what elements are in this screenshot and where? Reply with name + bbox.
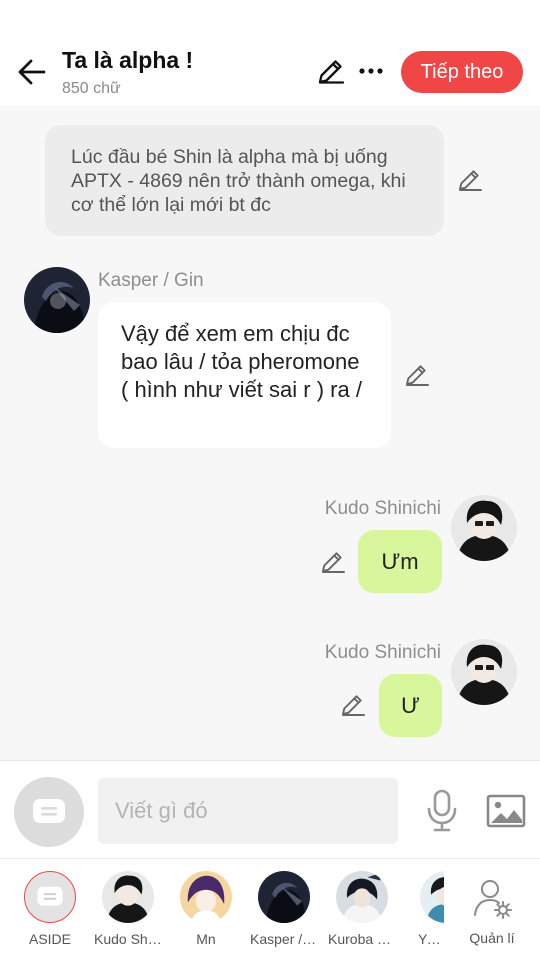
aside-avatar: [24, 871, 76, 923]
character-mn[interactable]: Mn: [172, 871, 240, 947]
message-bubble: Vậy để xem em chịu đc bao lâu / tỏa pher…: [98, 302, 391, 448]
avatar-kasper-gin[interactable]: [24, 267, 90, 333]
character-bar: ASIDE Kudo Shinichi: [0, 858, 540, 960]
character-label: Kasper / Gin: [250, 931, 318, 947]
header: Ta là alpha ! 850 chữ Tiếp theo: [0, 0, 540, 106]
character-avatar: [336, 871, 388, 923]
chat-bubble-icon: [33, 799, 65, 823]
mic-icon[interactable]: [424, 789, 460, 833]
sender-name: Kudo Shinichi: [324, 498, 441, 519]
edit-narration-icon[interactable]: [457, 167, 483, 193]
narration-bubble: Lúc đầu bé Shin là alpha mà bị uống APTX…: [45, 125, 444, 236]
sender-name: Kasper / Gin: [98, 270, 204, 291]
next-button[interactable]: Tiếp theo: [401, 51, 523, 93]
character-kasper-gin[interactable]: Kasper / Gin: [250, 871, 318, 947]
character-label: Mn: [196, 931, 216, 947]
chat-bubble-icon: [37, 886, 63, 906]
avatar-image: [451, 639, 517, 705]
word-count: 850 chữ: [62, 80, 121, 97]
avatar-image: [451, 495, 517, 561]
edit-message-icon[interactable]: [340, 692, 366, 718]
character-avatar: [420, 871, 444, 923]
character-avatar: [102, 871, 154, 923]
avatar-image: [24, 267, 90, 333]
more-icon[interactable]: [356, 56, 386, 86]
character-avatar: [180, 871, 232, 923]
character-yusa[interactable]: Yusa: [404, 871, 444, 947]
manage-user-icon: [474, 880, 512, 919]
avatar-kudo-shinichi[interactable]: [451, 639, 517, 705]
edit-message-icon[interactable]: [320, 549, 346, 575]
image-icon[interactable]: [486, 791, 526, 831]
character-label: Kuroba Kaito: [328, 931, 396, 947]
manage-characters-button[interactable]: Quản lí: [458, 871, 526, 946]
narration-toggle-button[interactable]: [14, 777, 84, 847]
character-aside[interactable]: ASIDE: [16, 871, 84, 947]
character-label: ASIDE: [28, 931, 71, 947]
character-label: Quản lí: [469, 930, 515, 946]
pencil-icon[interactable]: [316, 56, 346, 86]
character-label: Yusa: [418, 931, 444, 947]
back-arrow-icon[interactable]: [14, 54, 50, 90]
sender-name: Kudo Shinichi: [324, 642, 441, 663]
story-title: Ta là alpha !: [62, 47, 194, 73]
avatar-kudo-shinichi[interactable]: [451, 495, 517, 561]
chat-screen: Ta là alpha ! 850 chữ Tiếp theo Lúc đầu …: [0, 0, 540, 960]
character-kudo-shinichi[interactable]: Kudo Shinichi: [94, 871, 162, 947]
edit-message-icon[interactable]: [404, 362, 430, 388]
composer: [0, 760, 540, 858]
character-kuroba-kaito[interactable]: Kuroba Kaito: [328, 871, 396, 947]
character-avatar: [258, 871, 310, 923]
character-label: Kudo Shinichi: [94, 931, 162, 947]
message-bubble: Ưm: [358, 530, 442, 593]
message-bubble: Ư: [379, 674, 442, 737]
message-input[interactable]: [98, 778, 398, 844]
